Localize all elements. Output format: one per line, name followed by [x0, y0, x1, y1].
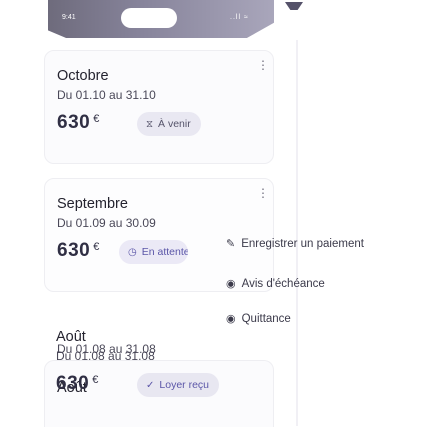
rent-amount: 630 €: [57, 240, 100, 262]
rent-amount-value: 630: [57, 112, 91, 133]
status-label: En attente: [141, 246, 188, 258]
hourglass-icon: ⧖: [146, 119, 154, 130]
status-label: Loyer reçu: [159, 379, 209, 391]
menu-item-due-notice[interactable]: ◉ Avis d'échéance: [226, 277, 325, 290]
rent-amount-august: 630 €: [56, 373, 99, 395]
rent-amount: 630 €: [57, 112, 100, 134]
eye-icon: ◉: [226, 278, 236, 290]
menu-item-label: Enregistrer un paiement: [241, 238, 364, 250]
rent-amount-value: 630: [56, 373, 90, 394]
clock-icon: ◷: [128, 247, 137, 258]
edit-icon: ✎: [226, 238, 236, 250]
more-options-icon[interactable]: ⋮: [257, 59, 269, 71]
status-badge-upcoming: ⧖ À venir: [137, 112, 201, 136]
signal-icon: ..ll ≈: [230, 14, 249, 21]
rent-card-september[interactable]: Septembre Du 01.09 au 30.09 ⋮ 630 € ◷ En a…: [44, 178, 274, 292]
eye-icon: ◉: [226, 313, 236, 325]
more-options-icon[interactable]: ⋮: [257, 187, 269, 199]
rent-card-october[interactable]: Octobre Du 01.10 au 31.10 ⋮ 630 € ⧖ À veni…: [44, 50, 274, 164]
scroll-rail: [296, 40, 298, 426]
rent-month: Octobre: [57, 68, 109, 84]
menu-item-label: Quittance: [241, 313, 291, 325]
currency: €: [93, 241, 100, 253]
menu-item-receipt[interactable]: ◉ Quittance: [226, 312, 291, 325]
rent-dates: Du 01.09 au 30.09: [57, 216, 156, 230]
menu-item-record-payment[interactable]: ✎ Enregistrer un paiement: [226, 237, 364, 250]
status-time: 9:41: [62, 14, 76, 21]
currency: €: [93, 113, 100, 125]
rent-dates-august: Du 01.08 au 31.08: [56, 349, 155, 363]
check-icon: ✓: [146, 380, 155, 391]
rent-month: Septembre: [57, 196, 128, 212]
menu-item-label: Avis d'échéance: [241, 278, 325, 290]
phone-side-button: [285, 2, 303, 10]
currency: €: [92, 374, 99, 386]
rent-month-august: Août: [56, 329, 86, 345]
status-badge-received: ✓ Loyer reçu: [137, 373, 219, 397]
rent-amount-value: 630: [57, 240, 91, 261]
status-badge-pending: ◷ En attente: [119, 240, 188, 264]
status-label: À venir: [158, 118, 191, 130]
dynamic-island: [121, 8, 177, 28]
rent-dates: Du 01.10 au 31.10: [57, 88, 156, 102]
